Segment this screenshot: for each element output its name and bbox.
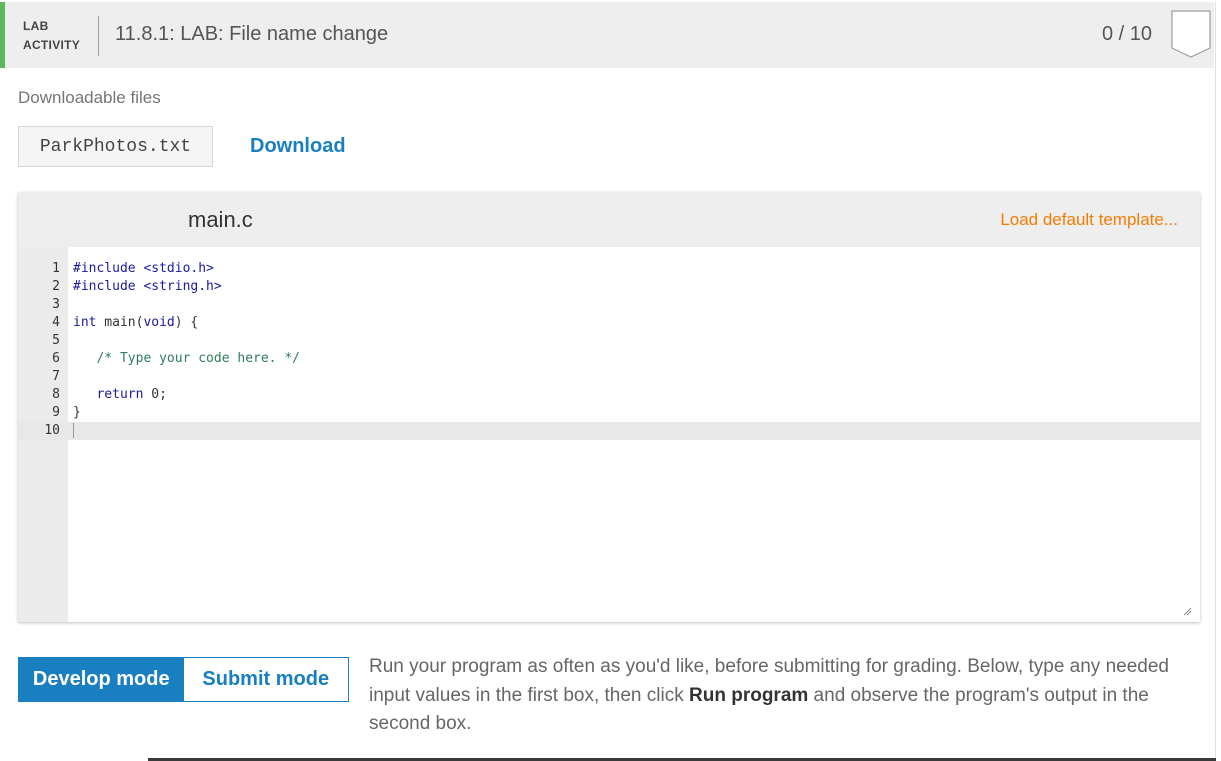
code-token: #include <stdio.h> [73,261,214,276]
code-token: } [73,405,81,420]
line-number: 4 [52,315,60,330]
line-number: 8 [52,387,60,402]
text-cursor [73,423,74,438]
run-program-emphasis: Run program [689,684,809,706]
code-text: return 0; [73,386,167,404]
code-line[interactable]: 9} [18,404,1200,422]
score-text: 0 / 10 [1101,23,1152,45]
code-text: /* Type your code here. */ [73,350,300,368]
line-number: 9 [52,405,60,420]
editor-filename: main.c [188,207,253,232]
load-default-template-link[interactable]: Load default template... [1000,210,1178,230]
code-token: void [143,315,175,330]
mode-toggle: Develop mode Submit mode [18,657,349,702]
code-text: #include <stdio.h> [73,260,214,278]
code-token: #include <string.h> [73,279,222,294]
code-token: main( [96,315,144,330]
submit-mode-button[interactable]: Submit mode [183,658,348,701]
line-number: 3 [52,297,60,312]
line-number: 7 [52,369,60,384]
downloadable-files-label: Downloadable files [18,88,161,107]
code-line[interactable]: 4 int main(void) { [18,314,1200,332]
lab-title: 11.8.1: LAB: File name change [115,23,389,45]
code-text: int main(void) { [73,314,198,332]
badge-line2: ACTIVITY [23,38,81,52]
editor-tab-bar: main.c Load default template... [18,192,1200,247]
code-token: return [73,387,152,402]
code-token: int [73,315,97,330]
code-line[interactable]: 8 return 0; [18,386,1200,404]
line-number: 1 [52,261,60,276]
code-line[interactable]: 5 [18,332,1200,350]
code-line[interactable]: 7 [18,368,1200,386]
download-link[interactable]: Download [250,135,346,158]
code-content[interactable]: 1 #include <stdio.h> 2 #include <string.h> 3… [18,260,1200,440]
run-instructions: Run your program as often as you'd like,… [369,653,1199,739]
code-editor[interactable]: main.c Load default template... 1 #includ… [18,192,1200,622]
downloadable-filename: ParkPhotos.txt [18,126,213,167]
code-line[interactable]: 2 #include <string.h> [18,278,1200,296]
develop-mode-button[interactable]: Develop mode [19,658,184,701]
lab-header: LAB ACTIVITY 11.8.1: LAB: File name chan… [0,2,1214,68]
header-divider [98,16,99,56]
line-number: 6 [52,351,60,366]
completion-shield-icon [1171,10,1211,58]
line-number: 5 [52,333,60,348]
code-token: 0 [151,387,160,402]
badge-line1: LAB [23,19,49,33]
code-line[interactable]: 3 [18,296,1200,314]
code-token: /* Type your code here. */ [96,351,300,366]
code-line[interactable]: 6 /* Type your code here. */ [18,350,1200,368]
code-token: ; [159,387,167,402]
code-text: } [73,404,81,422]
code-text: #include <string.h> [73,278,222,296]
lab-activity-badge: LAB ACTIVITY [23,17,80,55]
code-line[interactable]: 1 #include <stdio.h> [18,260,1200,278]
line-number: 10 [44,423,60,438]
code-line[interactable]: 10 [18,422,1200,440]
line-number: 2 [52,279,60,294]
resize-handle-icon[interactable] [1182,606,1192,616]
code-token: ) { [174,315,199,330]
code-text [73,422,74,440]
